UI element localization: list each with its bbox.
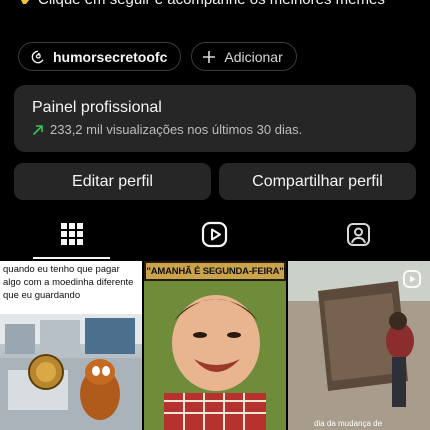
supermarket-coin-illustration — [0, 314, 142, 430]
tab-tagged[interactable] — [287, 208, 430, 260]
panel-title: Painel profissional — [32, 99, 162, 116]
add-link-chip[interactable]: Adicionar — [191, 42, 297, 71]
profile-chips: humorsecretoofc Adicionar — [18, 42, 297, 71]
smiling-baby-photo — [144, 281, 286, 430]
plus-icon — [203, 50, 216, 63]
post-thumbnail-1[interactable]: quando eu tenho que pagar algo com a moe… — [0, 261, 142, 430]
share-profile-button[interactable]: Compartilhar perfil — [219, 163, 416, 200]
panel-stat: 233,2 mil visualizações nos últimos 30 d… — [32, 122, 398, 137]
threads-icon — [31, 50, 44, 63]
grid-icon — [60, 223, 83, 245]
threads-handle: humorsecretoofc — [53, 48, 168, 65]
post-image-1 — [0, 314, 142, 430]
tab-grid[interactable] — [0, 208, 143, 260]
post-thumbnail-2[interactable]: "AMANHÃ É SEGUNDA-FEIRA" — [144, 261, 286, 430]
professional-dashboard-card[interactable]: Painel profissional 233,2 mil visualizaç… — [14, 85, 416, 152]
profile-bio: Clique em seguir e acompanhe os melhores… — [18, 0, 418, 9]
tagged-icon — [347, 222, 370, 246]
add-label: Adicionar — [224, 48, 283, 65]
post-caption-3: dia da mudança de — [314, 419, 383, 428]
edit-profile-button[interactable]: Editar perfil — [14, 163, 211, 200]
post-caption-1: quando eu tenho que pagar algo com a moe… — [0, 261, 142, 314]
pointing-down-emoji-icon — [21, 0, 30, 4]
trend-up-icon — [32, 124, 43, 135]
selected-tab-indicator — [33, 257, 110, 259]
reel-indicator-icon — [403, 270, 421, 288]
post-caption-2: "AMANHÃ É SEGUNDA-FEIRA" — [144, 261, 286, 281]
posts-grid: quando eu tenho que pagar algo com a moe… — [0, 261, 430, 430]
panel-stat-text: 233,2 mil visualizações nos últimos 30 d… — [50, 122, 303, 137]
post-thumbnail-3[interactable]: dia da mudança de — [288, 261, 430, 430]
profile-actions: Editar perfil Compartilhar perfil — [14, 163, 416, 200]
profile-tabs — [0, 208, 430, 260]
reels-icon — [201, 221, 228, 247]
threads-link-chip[interactable]: humorsecretoofc — [18, 42, 182, 71]
bio-text: Clique em seguir e acompanhe os melhores… — [38, 0, 385, 8]
tab-reels[interactable] — [143, 208, 286, 260]
